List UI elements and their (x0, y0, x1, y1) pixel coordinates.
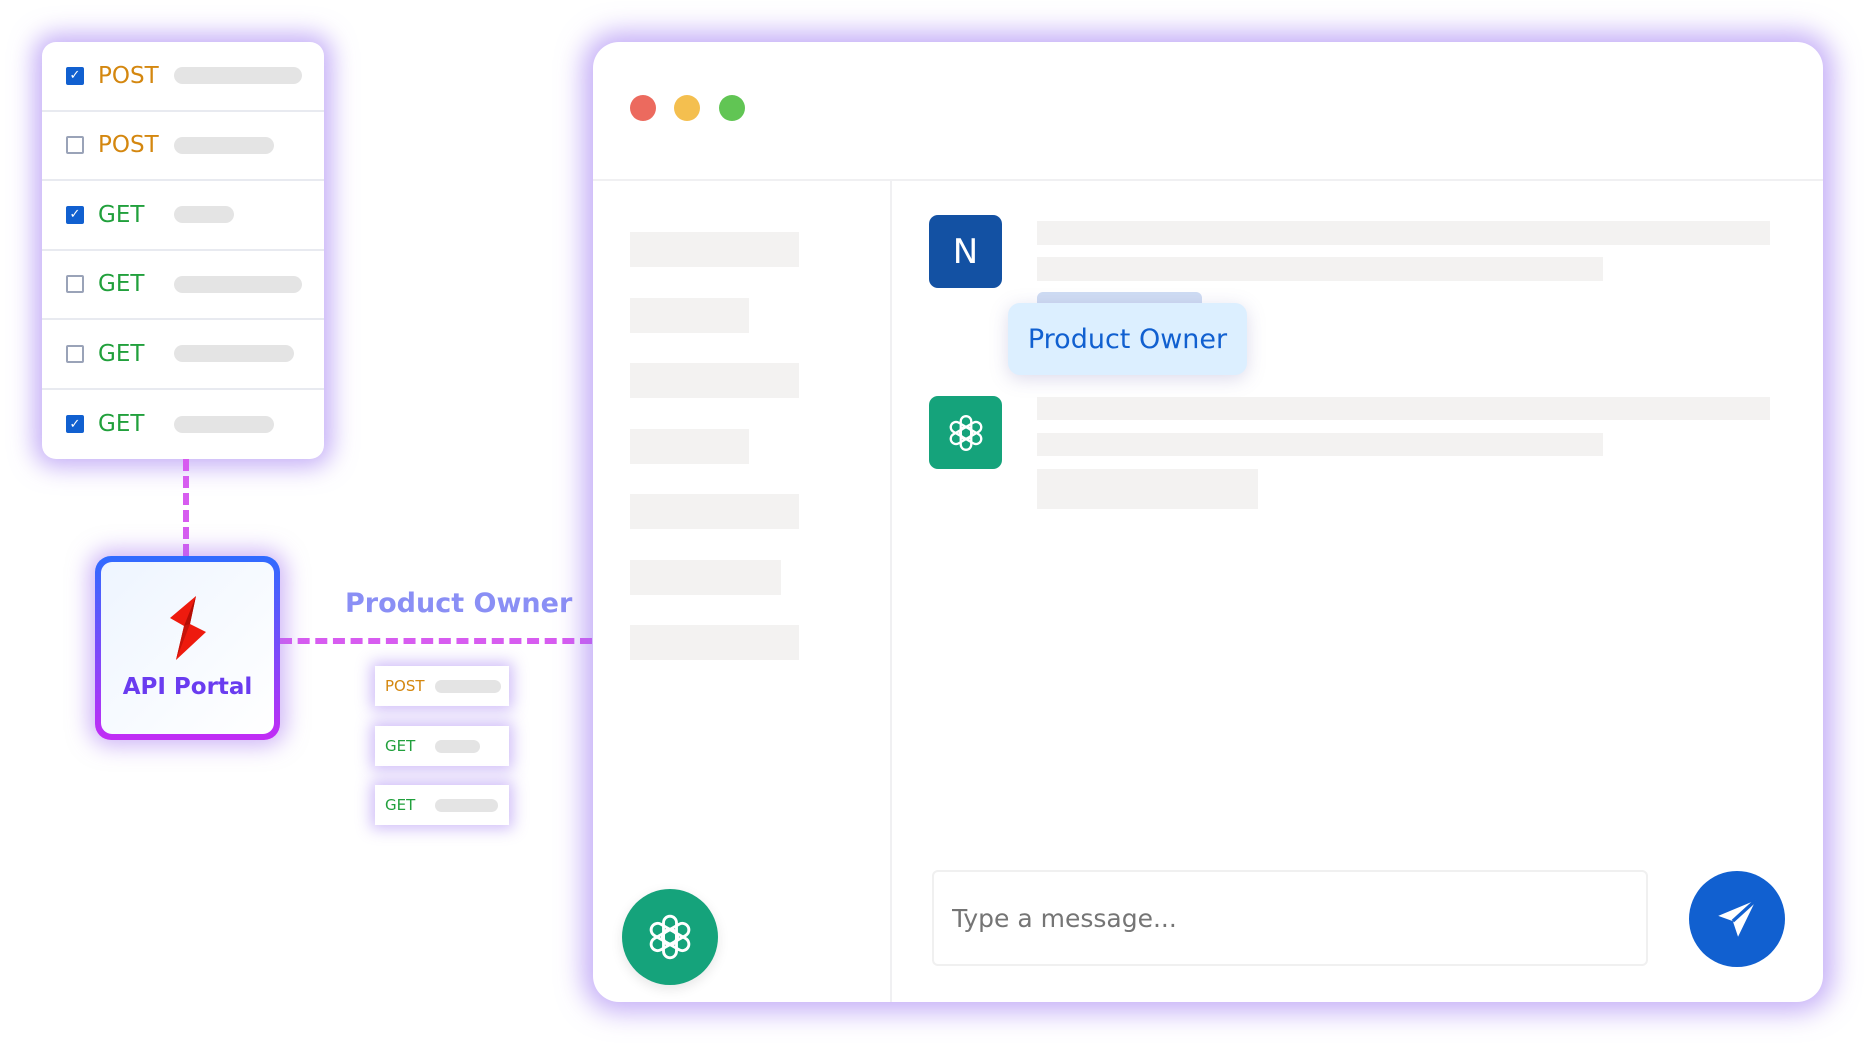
method-label: GET (98, 271, 145, 298)
connector-vertical (183, 459, 189, 556)
checkbox-unchecked[interactable] (66, 136, 84, 155)
endpoint-list-card: ✓ POST POST ✓ GET GET GET ✓ GET (42, 42, 324, 459)
method-label: GET (98, 201, 145, 228)
sidebar-item[interactable] (630, 494, 799, 529)
connector-horizontal (280, 638, 592, 644)
api-portal-node[interactable]: API Portal (95, 556, 280, 740)
openai-logo-icon (949, 414, 982, 451)
checkbox-checked[interactable]: ✓ (66, 205, 84, 224)
minimize-window-button[interactable] (674, 95, 700, 121)
checkbox-checked[interactable]: ✓ (66, 415, 84, 434)
mini-endpoint: POST (375, 666, 509, 706)
sidebar-item[interactable] (630, 232, 799, 267)
endpoint-row[interactable]: ✓ GET (42, 390, 324, 460)
mini-endpoint: GET (375, 726, 509, 766)
skeleton-bar (174, 206, 234, 224)
checkbox-unchecked[interactable] (66, 275, 84, 294)
header-divider (593, 179, 1823, 181)
chat-window: N Product Owner (593, 42, 1823, 1002)
send-button[interactable] (1689, 871, 1785, 967)
message-input[interactable] (932, 870, 1648, 966)
lightning-bolt-icon (169, 596, 206, 660)
endpoint-row[interactable]: ✓ POST (42, 42, 324, 112)
mini-endpoint: GET (375, 785, 509, 825)
method-label: GET (385, 796, 416, 814)
assistant-launcher-button[interactable] (622, 889, 718, 985)
method-label: POST (98, 62, 159, 89)
checkbox-unchecked[interactable] (66, 344, 84, 363)
skeleton-bar (174, 345, 294, 363)
method-label: POST (385, 677, 425, 695)
paper-plane-icon (1718, 899, 1757, 937)
sidebar-item[interactable] (630, 429, 749, 464)
endpoint-row[interactable]: ✓ GET (42, 181, 324, 251)
message-line (1037, 397, 1770, 420)
api-portal-label: API Portal (122, 674, 253, 700)
connector-label: Product Owner (345, 588, 573, 619)
skeleton-bar (174, 275, 302, 293)
endpoint-row[interactable]: GET (42, 320, 324, 390)
skeleton-bar (435, 739, 480, 753)
sidebar-item[interactable] (630, 363, 799, 398)
checkbox-checked[interactable]: ✓ (66, 66, 84, 85)
assistant-avatar (929, 396, 1002, 469)
openai-logo-icon (649, 914, 691, 960)
sidebar-item[interactable] (630, 625, 799, 660)
sidebar-divider (890, 179, 892, 1002)
message-line (1037, 221, 1770, 245)
maximize-window-button[interactable] (719, 95, 745, 121)
close-window-button[interactable] (630, 95, 656, 121)
skeleton-bar (435, 798, 498, 812)
method-label: POST (98, 132, 159, 159)
skeleton-bar (435, 679, 501, 693)
message-line (1037, 469, 1258, 509)
method-label: GET (385, 737, 416, 755)
endpoint-row[interactable]: GET (42, 251, 324, 320)
skeleton-bar (174, 67, 302, 85)
sidebar-item[interactable] (630, 560, 781, 595)
skeleton-bar (174, 415, 274, 433)
endpoint-row[interactable]: POST (42, 112, 324, 181)
user-avatar: N (929, 215, 1002, 288)
method-label: GET (98, 340, 145, 367)
role-badge: Product Owner (1008, 303, 1247, 375)
skeleton-bar (174, 136, 274, 154)
sidebar-item[interactable] (630, 298, 749, 333)
message-line (1037, 257, 1603, 281)
message-line (1037, 433, 1603, 456)
method-label: GET (98, 411, 145, 438)
